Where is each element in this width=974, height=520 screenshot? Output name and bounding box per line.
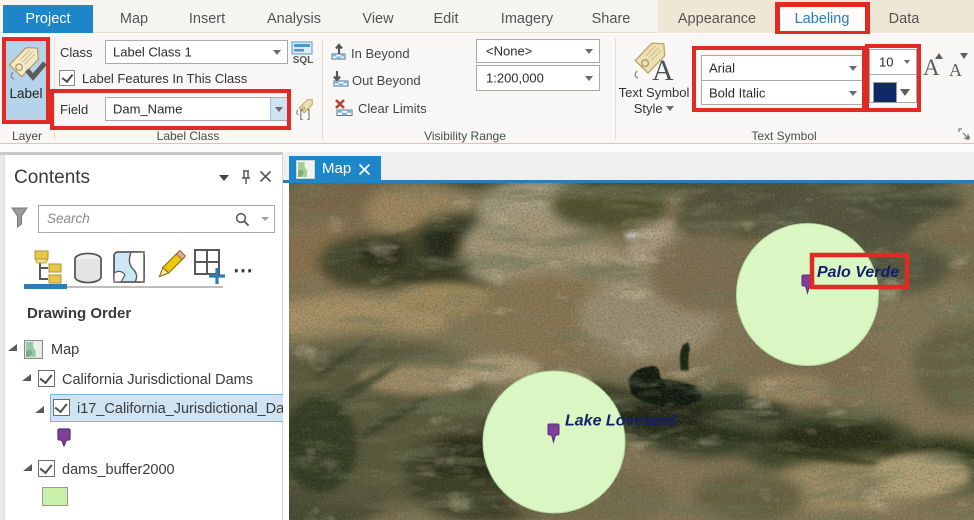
svg-text:Lake Loveland: Lake Loveland: [565, 413, 677, 430]
svg-text:]: ]: [307, 107, 310, 121]
svg-text:Palo Verde: Palo Verde: [817, 264, 899, 281]
svg-text:A: A: [652, 54, 674, 83]
